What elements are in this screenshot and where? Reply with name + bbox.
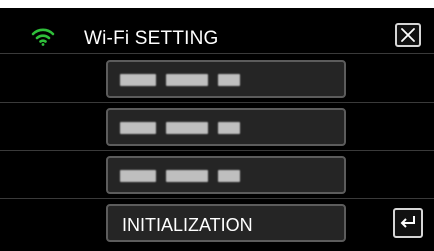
menu-item-address-1[interactable] bbox=[106, 60, 346, 98]
row-divider bbox=[0, 150, 434, 151]
back-button[interactable] bbox=[393, 208, 423, 238]
top-strip bbox=[0, 0, 434, 8]
page-title: Wi-Fi SETTING bbox=[84, 28, 219, 49]
menu-item-address-3[interactable] bbox=[106, 156, 346, 194]
close-icon bbox=[401, 28, 415, 42]
redacted-text bbox=[120, 74, 244, 86]
redacted-text bbox=[120, 170, 244, 182]
camera-screen: Wi-Fi SETTING INITIALIZATION bbox=[0, 0, 434, 251]
return-icon bbox=[400, 216, 415, 228]
row-divider bbox=[0, 102, 434, 103]
menu-item-address-2[interactable] bbox=[106, 108, 346, 146]
redacted-text bbox=[120, 122, 244, 134]
header-bar: Wi-Fi SETTING bbox=[0, 22, 434, 52]
initialization-button[interactable]: INITIALIZATION bbox=[106, 204, 346, 242]
initialization-label: INITIALIZATION bbox=[122, 215, 253, 235]
wifi-icon bbox=[31, 26, 55, 46]
header-divider bbox=[0, 53, 434, 54]
row-divider bbox=[0, 198, 434, 199]
close-button[interactable] bbox=[395, 23, 421, 47]
